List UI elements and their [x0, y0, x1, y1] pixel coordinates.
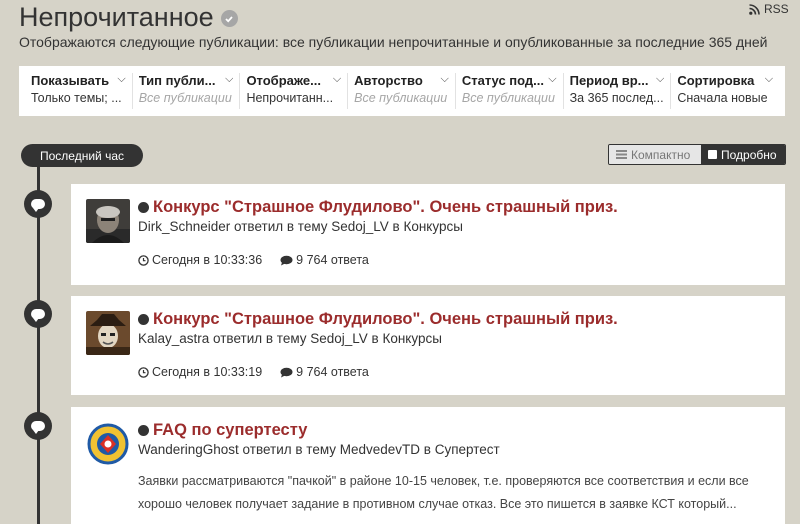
unread-dot-icon — [138, 425, 149, 436]
filter-label: Авторство — [354, 73, 423, 88]
comment-icon — [24, 190, 52, 218]
post-title: Конкурс "Страшное Флудилово". Очень стра… — [153, 310, 618, 328]
clock-icon — [138, 254, 149, 266]
filter-show[interactable]: Показывать ⌵ Только темы; ... — [25, 73, 133, 109]
follow-check-icon[interactable] — [220, 10, 238, 27]
chevron-down-icon: ⌵ — [332, 73, 342, 85]
post-card: Конкурс "Страшное Флудилово". Очень стра… — [71, 184, 785, 285]
filter-sort[interactable]: Сортировка ⌵ Сначала новые — [671, 73, 779, 109]
post-title: Конкурс "Страшное Флудилово". Очень стра… — [153, 198, 618, 216]
post-title: FAQ по супертесту — [153, 421, 308, 439]
filter-subscription-status[interactable]: Статус под... ⌵ Все публикации — [456, 73, 564, 109]
avatar[interactable] — [86, 311, 130, 355]
unread-dot-icon — [138, 202, 149, 213]
filter-value: Все публикации — [354, 91, 448, 105]
chevron-down-icon: ⌵ — [655, 73, 665, 85]
chevron-down-icon: ⌵ — [117, 73, 126, 85]
filter-label: Сортировка — [677, 73, 755, 88]
post-replies-text: 9 764 ответа — [296, 365, 369, 379]
post-replies: 9 764 ответа — [280, 365, 369, 379]
filter-label: Отображе... — [246, 73, 321, 88]
filter-value: Все публикации — [461, 91, 555, 105]
post-time[interactable]: Сегодня в 10:33:36 — [138, 253, 262, 267]
post-card: FAQ по супертесту WanderingGhost ответил… — [71, 407, 785, 524]
filter-label: Период вр... — [569, 73, 649, 88]
filter-post-type[interactable]: Тип публи... ⌵ Все публикации — [133, 73, 241, 109]
post-stats: Сегодня в 10:33:36 9 764 ответа — [138, 253, 369, 267]
post-meta: Dirk_Schneider ответил в тему Sedoj_LV в… — [138, 219, 463, 234]
post-replies-text: 9 764 ответа — [296, 253, 369, 267]
post-time-text: Сегодня в 10:33:19 — [152, 365, 263, 379]
clock-icon — [138, 366, 149, 378]
rss-link[interactable]: RSS — [749, 2, 789, 16]
post-meta: Kalay_astra ответил в тему Sedoj_LV в Ко… — [138, 331, 442, 346]
comment-count-icon — [280, 367, 293, 377]
post-title-link[interactable]: FAQ по супертесту — [138, 421, 307, 440]
page-subtitle: Отображаются следующие публикации: все п… — [19, 34, 768, 50]
filter-bar: Показывать ⌵ Только темы; ... Тип публи..… — [19, 66, 785, 116]
filter-label: Тип публи... — [138, 73, 216, 88]
timeline-period-label: Последний час — [21, 144, 143, 167]
post-title-link[interactable]: Конкурс "Страшное Флудилово". Очень стра… — [138, 310, 618, 329]
post-title-link[interactable]: Конкурс "Страшное Флудилово". Очень стра… — [138, 198, 618, 217]
filter-value: Все публикации — [138, 91, 232, 105]
filter-value: За 365 послед... — [569, 91, 664, 105]
post-replies: 9 764 ответа — [280, 253, 369, 267]
post-time[interactable]: Сегодня в 10:33:19 — [138, 365, 262, 379]
comment-icon — [24, 300, 52, 328]
avatar[interactable] — [86, 199, 130, 243]
filter-value: Непрочитанн... — [246, 91, 334, 105]
rss-icon — [749, 3, 760, 15]
chevron-down-icon: ⌵ — [440, 73, 449, 85]
list-icon — [616, 150, 627, 159]
post-card: Конкурс "Страшное Флудилово". Очень стра… — [71, 296, 785, 395]
view-detailed-label: Подробно — [721, 147, 777, 162]
filter-value: Только темы; ... — [31, 91, 122, 105]
filter-time-period[interactable]: Период вр... ⌵ За 365 послед... — [564, 73, 672, 109]
post-time-text: Сегодня в 10:33:36 — [152, 253, 263, 267]
square-icon — [708, 150, 717, 159]
view-toggle: Компактно Подробно — [608, 144, 786, 165]
filter-label: Статус под... — [461, 73, 545, 88]
post-stats: Сегодня в 10:33:19 9 764 ответа — [138, 365, 369, 379]
filter-display[interactable]: Отображе... ⌵ Непрочитанн... — [240, 73, 349, 109]
chevron-down-icon: ⌵ — [225, 73, 234, 85]
post-meta: WanderingGhost ответил в тему MedvedevTD… — [138, 442, 500, 457]
chevron-down-icon: ⌵ — [548, 73, 557, 85]
chevron-down-icon: ⌵ — [764, 73, 774, 85]
filter-value: Сначала новые — [677, 91, 768, 105]
page-title: Непрочитанное — [19, 2, 238, 33]
filter-label: Показывать — [31, 73, 110, 88]
rss-label: RSS — [764, 2, 789, 16]
view-compact-label: Компактно — [631, 147, 691, 162]
avatar[interactable] — [86, 422, 130, 466]
view-compact-button[interactable]: Компактно — [609, 145, 701, 164]
view-detailed-button[interactable]: Подробно — [701, 145, 785, 164]
post-snippet: Заявки рассматриваются "пачкой" в районе… — [138, 474, 749, 511]
comment-count-icon — [280, 255, 293, 265]
page-title-text: Непрочитанное — [19, 2, 214, 32]
filter-authorship[interactable]: Авторство ⌵ Все публикации — [348, 73, 456, 109]
unread-dot-icon — [138, 314, 149, 325]
comment-icon — [24, 412, 52, 440]
